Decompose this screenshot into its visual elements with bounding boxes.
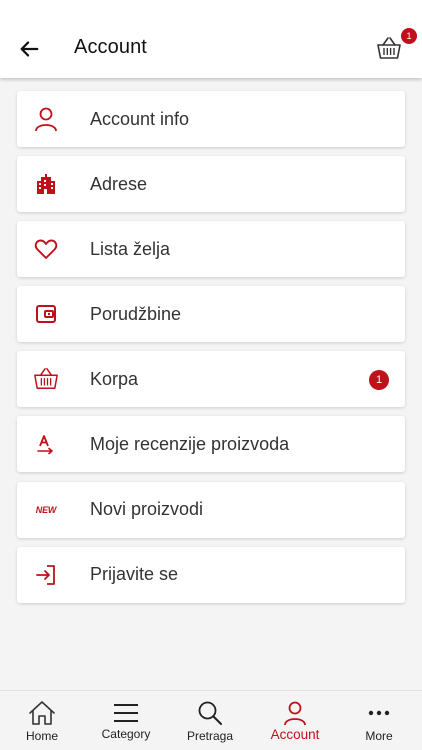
menu-item-label: Account info	[90, 108, 190, 129]
user-icon	[284, 701, 306, 726]
heart-icon	[34, 239, 58, 260]
menu-item-cart[interactable]: Korpa 1	[17, 351, 405, 408]
app-header: Account 1	[0, 0, 422, 78]
menu-item-label: Lista želja	[90, 238, 171, 259]
tab-more[interactable]: More	[337, 691, 421, 750]
tab-category[interactable]: Category	[84, 691, 168, 750]
menu-item-addresses[interactable]: Adrese	[17, 156, 405, 213]
arrow-left-icon	[20, 41, 39, 57]
cart-badge: 1	[369, 370, 389, 391]
page-title: Account	[74, 36, 147, 58]
menu-item-orders[interactable]: Porudžbine	[17, 286, 405, 343]
tab-label: Category	[101, 727, 151, 741]
menu-item-account-info[interactable]: Account info	[17, 91, 405, 147]
menu-item-new-products[interactable]: NEW Novi proizvodi	[17, 481, 405, 538]
cart-count-badge: 1	[401, 28, 417, 44]
menu-item-reviews[interactable]: Moje recenzije proizvoda	[17, 416, 405, 473]
menu-item-label: Porudžbine	[90, 303, 182, 324]
menu-item-label: Korpa	[90, 368, 139, 389]
basket-icon	[34, 368, 58, 390]
new-icon: NEW	[35, 504, 57, 515]
back-button[interactable]	[14, 34, 44, 64]
tab-label: Home	[25, 729, 58, 743]
bottom-tab-bar: Home Category Pretraga Account More	[0, 690, 422, 750]
menu-item-label: Moje recenzije proizvoda	[90, 433, 290, 454]
tab-account[interactable]: Account	[253, 691, 337, 750]
tab-label: More	[365, 729, 393, 743]
wallet-icon	[36, 305, 56, 324]
review-icon	[37, 435, 53, 455]
user-icon	[35, 107, 57, 132]
home-icon	[29, 701, 55, 725]
basket-icon	[377, 37, 401, 59]
menu-item-label: Prijavite se	[90, 564, 179, 585]
sign-in-icon	[36, 564, 55, 585]
menu-item-wishlist[interactable]: Lista želja	[17, 221, 405, 278]
menu-item-label: Novi proizvodi	[90, 499, 204, 520]
search-icon	[198, 701, 222, 725]
tab-label: Pretraga	[186, 729, 234, 743]
tab-search[interactable]: Pretraga	[168, 691, 252, 750]
tab-label: Account	[270, 727, 320, 742]
menu-icon	[114, 704, 138, 722]
buildings-icon	[37, 174, 55, 195]
tab-home[interactable]: Home	[0, 691, 84, 750]
more-icon	[368, 710, 390, 716]
menu-item-sign-in[interactable]: Prijavite se	[17, 546, 405, 603]
menu-item-label: Adrese	[90, 173, 148, 194]
account-menu: Account info Adrese Lista želja Porudžbi…	[17, 91, 405, 612]
